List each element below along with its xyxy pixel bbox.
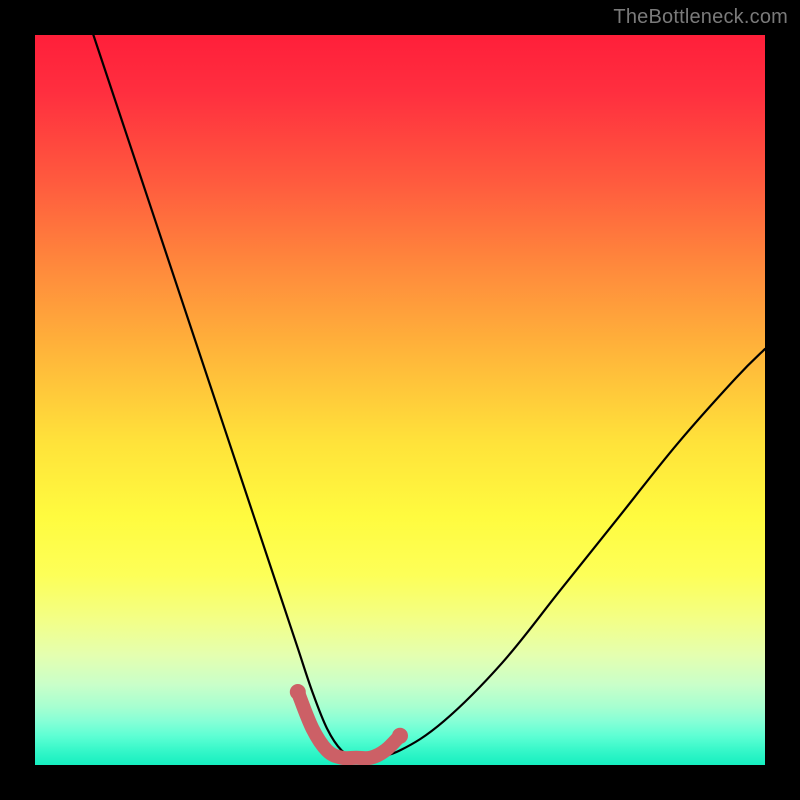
bottleneck-curve-path <box>93 35 765 759</box>
watermark-text: TheBottleneck.com <box>613 6 788 29</box>
chart-frame: TheBottleneck.com <box>0 0 800 800</box>
bottom-highlight-path <box>298 692 400 758</box>
highlight-end-dot <box>290 684 306 700</box>
plot-area <box>35 35 765 765</box>
curve-layer <box>35 35 765 765</box>
highlight-end-dot <box>392 728 408 744</box>
